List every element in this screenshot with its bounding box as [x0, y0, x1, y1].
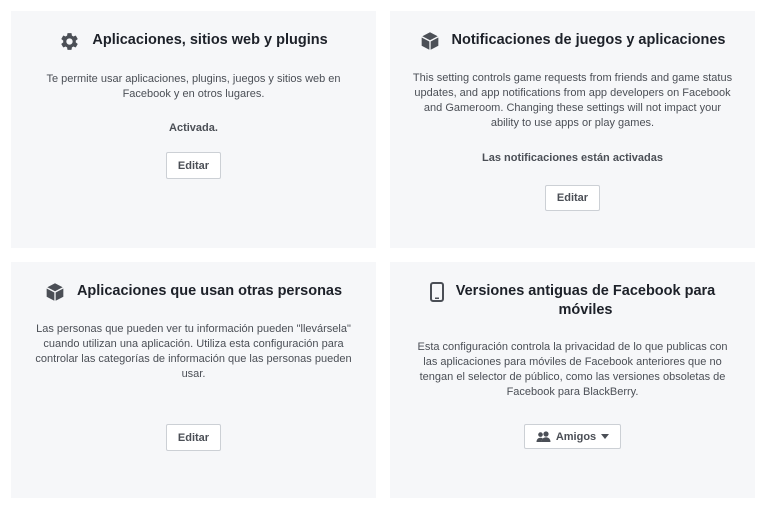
card-description: Las personas que pueden ver tu informaci…: [35, 323, 352, 380]
status-text: Activada.: [169, 122, 218, 134]
edit-button[interactable]: Editar: [544, 185, 601, 211]
card-header: Aplicaciones que usan otras personas: [45, 282, 342, 302]
game-app-notifications-card: Notificaciones de juegos y aplicaciones …: [390, 11, 755, 248]
mobile-phone-icon: [429, 282, 444, 302]
card-title: Aplicaciones que usan otras personas: [76, 283, 343, 299]
card-title: Notificaciones de juegos y aplicaciones: [451, 32, 726, 48]
edit-button-label: Editar: [177, 159, 210, 172]
cube-icon: [420, 31, 440, 51]
card-description: Te permite usar aplicaciones, plugins, j…: [46, 73, 341, 100]
legacy-mobile-versions-card: Versiones antiguas de Facebook para móvi…: [390, 262, 755, 498]
edit-button-label: Editar: [556, 192, 589, 204]
apps-others-use-card: Aplicaciones que usan otras personas Las…: [11, 262, 376, 498]
audience-selector-label: Amigos: [555, 430, 597, 443]
edit-button[interactable]: Editar: [165, 152, 222, 179]
card-header: Notificaciones de juegos y aplicaciones: [420, 31, 726, 51]
card-header: Aplicaciones, sitios web y plugins: [59, 31, 328, 52]
card-title: Aplicaciones, sitios web y plugins: [92, 32, 328, 48]
cube-icon: [45, 282, 65, 302]
gear-icon: [59, 31, 80, 52]
status-text: Las notificaciones están activadas: [482, 152, 663, 164]
apps-websites-plugins-card: Aplicaciones, sitios web y plugins Te pe…: [11, 11, 376, 248]
edit-button-label: Editar: [177, 431, 210, 444]
edit-button[interactable]: Editar: [165, 424, 222, 451]
friends-icon: [536, 431, 551, 442]
card-description: Esta configuración controla la privacida…: [417, 341, 728, 398]
caret-down-icon: [601, 434, 610, 439]
audience-selector-button[interactable]: Amigos: [523, 424, 622, 449]
card-description: This setting controls game requests from…: [412, 72, 733, 129]
card-header: Versiones antiguas de Facebook para móvi…: [429, 282, 716, 320]
card-title: Versiones antiguas de Facebook para móvi…: [455, 283, 716, 318]
